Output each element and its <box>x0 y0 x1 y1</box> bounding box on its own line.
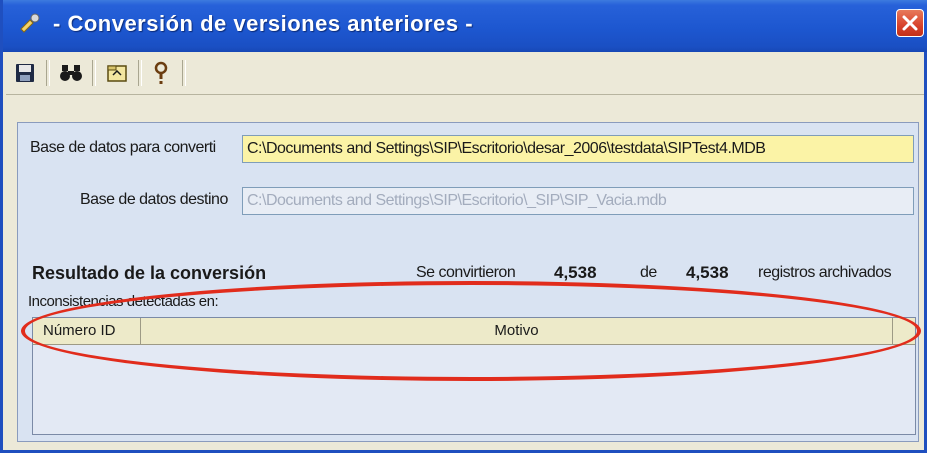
converted-count: 4,538 <box>554 263 597 282</box>
save-button[interactable] <box>10 58 40 88</box>
total-count: 4,538 <box>686 263 729 282</box>
source-db-field[interactable]: C:\Documents and Settings\SIP\Escritorio… <box>242 135 914 163</box>
help-button[interactable] <box>146 58 176 88</box>
source-db-label: Base de datos para converti <box>30 139 216 156</box>
title-bar[interactable]: - Conversión de versiones anteriores - <box>3 0 927 52</box>
find-button[interactable] <box>56 58 86 88</box>
records-suffix: registros archivados <box>758 264 892 281</box>
close-button[interactable] <box>896 9 924 37</box>
save-icon <box>16 64 34 82</box>
toolbar <box>6 54 924 95</box>
column-header-motivo[interactable]: Motivo <box>141 318 893 344</box>
inconsistencies-label: Inconsistencias detectadas en: <box>28 293 219 310</box>
folder-icon <box>107 65 127 82</box>
help-icon <box>154 61 168 84</box>
converted-text: Se convirtieron <box>416 264 516 281</box>
of-text: de <box>640 264 657 281</box>
tool-icon <box>17 11 43 37</box>
toolbar-separator <box>46 60 50 86</box>
table-header: Número ID Motivo <box>33 318 915 345</box>
toolbar-separator <box>182 60 186 86</box>
toolbar-separator <box>138 60 142 86</box>
dest-db-field[interactable]: C:\Documents and Settings\SIP\Escritorio… <box>242 187 914 215</box>
window-title: - Conversión de versiones anteriores - <box>53 11 474 36</box>
binoculars-icon <box>60 65 82 81</box>
column-header-id[interactable]: Número ID <box>33 318 141 344</box>
close-icon <box>902 15 918 31</box>
conversion-panel: Base de datos para converti C:\Documents… <box>17 122 919 442</box>
conversion-window: - Conversión de versiones anteriores - B… <box>0 0 927 453</box>
toolbar-separator <box>92 60 96 86</box>
inconsistencies-table[interactable]: Número ID Motivo <box>32 317 916 435</box>
result-title: Resultado de la conversión <box>32 263 267 283</box>
dest-db-label: Base de datos destino <box>80 191 228 208</box>
open-button[interactable] <box>102 58 132 88</box>
